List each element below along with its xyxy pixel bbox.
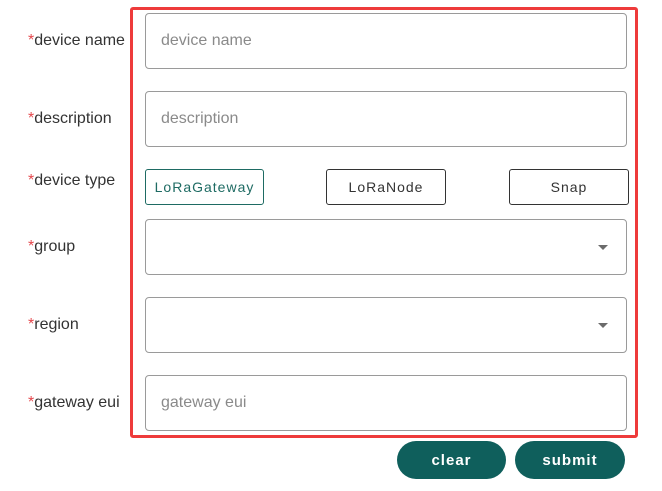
device-type-label: *device type xyxy=(28,172,115,190)
group-select[interactable] xyxy=(145,219,627,275)
device-name-field[interactable] xyxy=(145,13,627,69)
device-type-label-text: device type xyxy=(34,172,116,189)
device-name-label-text: device name xyxy=(34,32,125,49)
gateway-eui-field[interactable] xyxy=(145,375,627,431)
gateway-eui-label-text: gateway eui xyxy=(34,394,120,411)
group-label: *group xyxy=(28,238,75,256)
device-name-input[interactable] xyxy=(146,14,626,68)
region-select[interactable] xyxy=(145,297,627,353)
group-label-text: group xyxy=(34,238,76,255)
region-label: *region xyxy=(28,316,79,334)
clear-button[interactable]: clear xyxy=(397,441,506,479)
gateway-eui-input[interactable] xyxy=(146,376,626,430)
description-field[interactable] xyxy=(145,91,627,147)
description-input[interactable] xyxy=(146,92,626,146)
region-label-text: region xyxy=(34,316,79,333)
device-type-option-snap[interactable]: Snap xyxy=(509,169,629,205)
gateway-eui-label: *gateway eui xyxy=(28,394,120,412)
description-label: *description xyxy=(28,110,112,128)
device-type-option-loragateway[interactable]: LoRaGateway xyxy=(145,169,264,205)
submit-button[interactable]: submit xyxy=(515,441,625,479)
device-type-option-loranode[interactable]: LoRaNode xyxy=(326,169,446,205)
chevron-down-icon[interactable] xyxy=(598,245,608,250)
device-name-label: *device name xyxy=(28,32,125,50)
chevron-down-icon[interactable] xyxy=(598,323,608,328)
description-label-text: description xyxy=(34,110,112,127)
